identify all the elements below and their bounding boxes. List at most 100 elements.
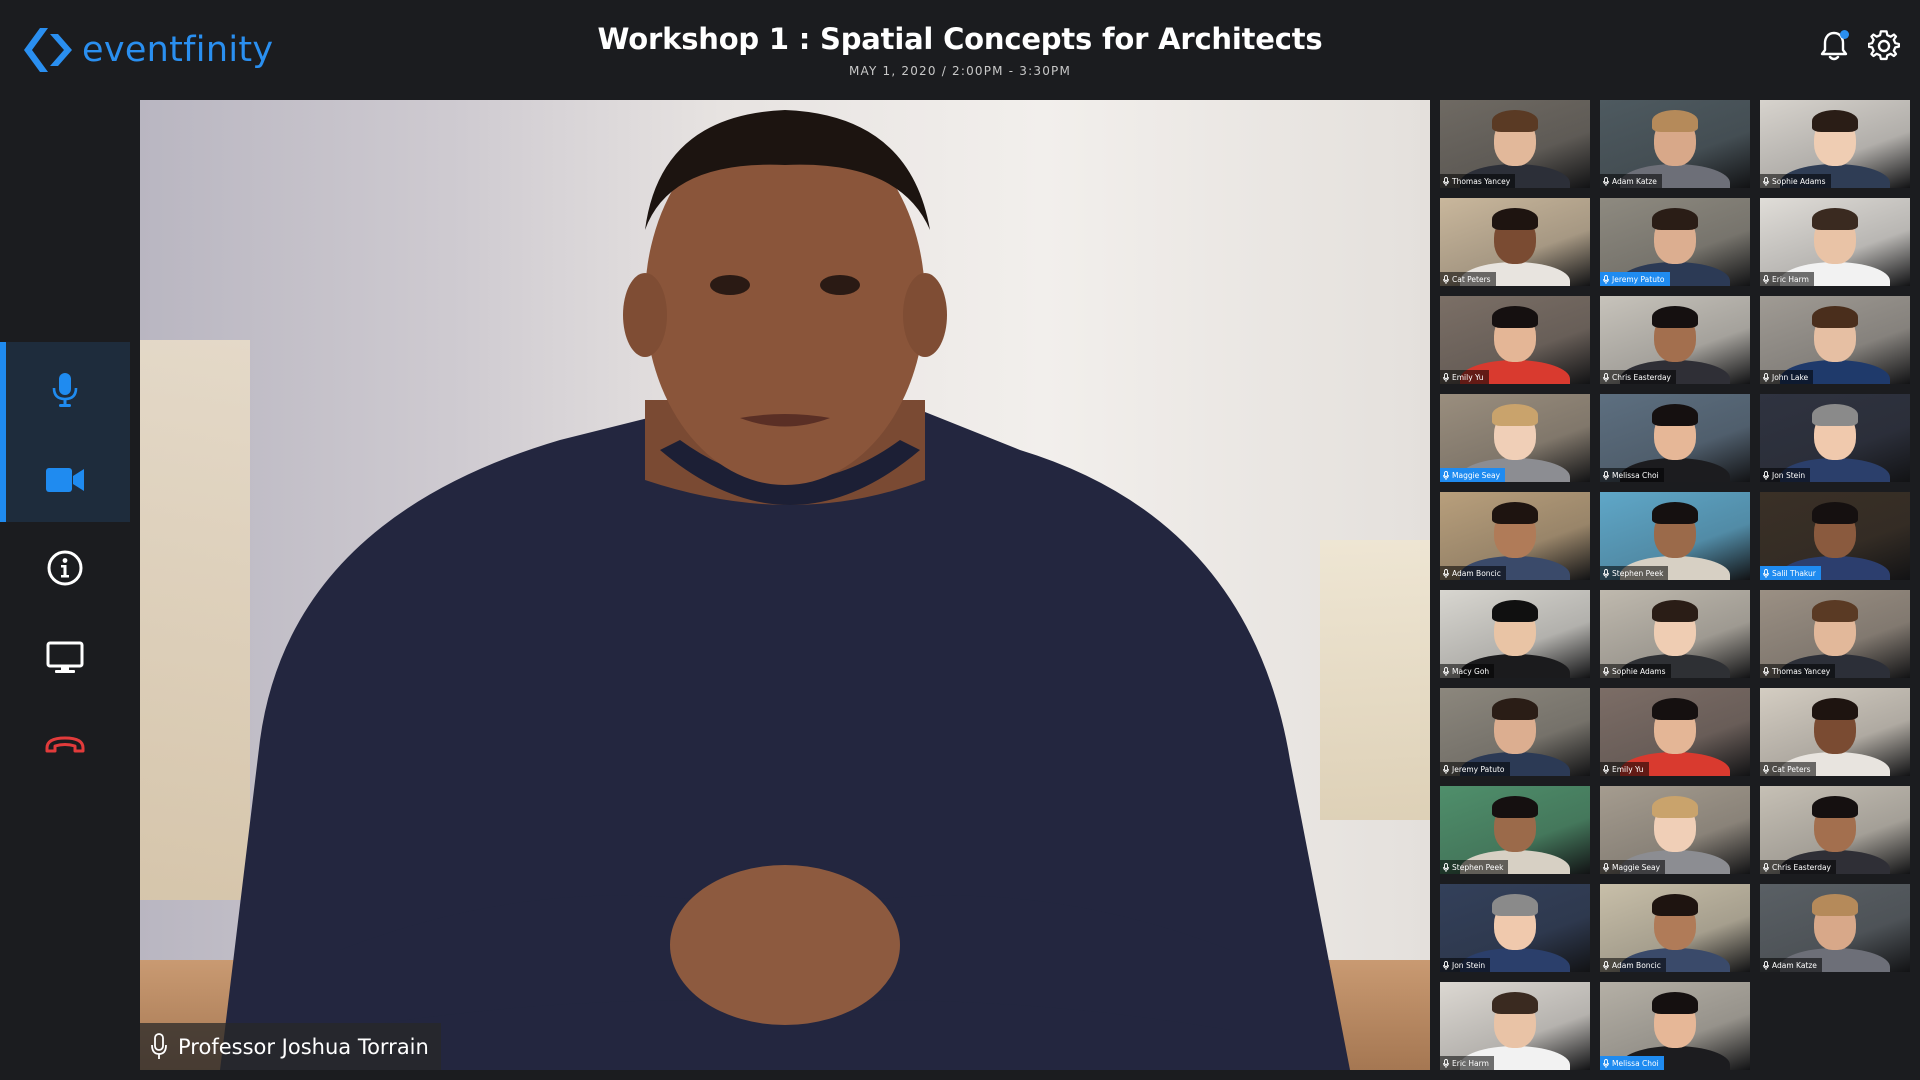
microphone-icon bbox=[151, 1032, 167, 1059]
participant-tile[interactable]: Maggie Seay bbox=[1440, 394, 1590, 482]
participant-tile[interactable]: Adam Katze bbox=[1600, 100, 1750, 188]
participant-hair bbox=[1652, 894, 1698, 916]
participant-name: Stephen Peek bbox=[1452, 862, 1504, 872]
participant-tile[interactable]: Cat Peters bbox=[1760, 688, 1910, 776]
microphone-icon bbox=[1603, 1058, 1609, 1068]
participant-name-label: Adam Katze bbox=[1760, 958, 1822, 972]
participant-tile[interactable]: Sophie Adams bbox=[1760, 100, 1910, 188]
participant-tile[interactable]: Stephen Peek bbox=[1440, 786, 1590, 874]
participant-tile[interactable]: Emily Yu bbox=[1600, 688, 1750, 776]
participant-name: Cat Peters bbox=[1452, 274, 1491, 284]
participant-hair bbox=[1492, 208, 1538, 230]
participant-hair bbox=[1492, 600, 1538, 622]
participant-tile[interactable]: Adam Boncic bbox=[1440, 492, 1590, 580]
participant-tile[interactable]: Chris Easterday bbox=[1600, 296, 1750, 384]
monitor-icon bbox=[46, 641, 84, 673]
participant-name: Melissa Choi bbox=[1612, 470, 1659, 480]
participant-tile[interactable]: Maggie Seay bbox=[1600, 786, 1750, 874]
participant-hair bbox=[1492, 894, 1538, 916]
microphone-icon bbox=[1763, 666, 1769, 676]
event-title: Workshop 1 : Spatial Concepts for Archit… bbox=[597, 22, 1323, 56]
participant-name-label: Chris Easterday bbox=[1600, 370, 1676, 384]
screen-share-button[interactable] bbox=[0, 618, 130, 698]
speaker-figure bbox=[220, 110, 1350, 1070]
participant-name: Maggie Seay bbox=[1612, 862, 1661, 872]
sidebar bbox=[0, 100, 130, 1080]
participant-tile[interactable]: John Lake bbox=[1760, 296, 1910, 384]
participant-hair bbox=[1652, 208, 1698, 230]
event-datetime: MAY 1, 2020 / 2:00PM - 3:30PM bbox=[848, 64, 1072, 78]
participant-name-label: Jon Stein bbox=[1760, 468, 1811, 482]
participant-name: Macy Goh bbox=[1452, 666, 1490, 676]
participant-tile[interactable]: Jeremy Patuto bbox=[1600, 198, 1750, 286]
microphone-icon bbox=[1763, 862, 1769, 872]
gear-icon[interactable] bbox=[1866, 28, 1902, 64]
participant-tile[interactable]: Emily Yu bbox=[1440, 296, 1590, 384]
participant-name-label: Stephen Peek bbox=[1600, 566, 1669, 580]
participant-hair bbox=[1492, 796, 1538, 818]
participant-name: Sophie Adams bbox=[1772, 176, 1826, 186]
participant-tile[interactable]: Eric Harm bbox=[1440, 982, 1590, 1070]
leave-call-button[interactable] bbox=[0, 705, 130, 785]
participant-tile[interactable]: Melissa Choi bbox=[1600, 982, 1750, 1070]
participant-tile[interactable]: Chris Easterday bbox=[1760, 786, 1910, 874]
participant-grid: Thomas Yancey Adam Katze Sophie Adams Cat P… bbox=[1440, 100, 1910, 1070]
participant-tile[interactable]: Jeremy Patuto bbox=[1440, 688, 1590, 776]
participant-tile[interactable]: Jon Stein bbox=[1760, 394, 1910, 482]
participant-tile[interactable]: Adam Katze bbox=[1760, 884, 1910, 972]
participant-hair bbox=[1652, 992, 1698, 1014]
participant-name: Stephen Peek bbox=[1612, 568, 1664, 578]
microphone-icon bbox=[1763, 274, 1769, 284]
eventfinity-logo[interactable]: eventfinity bbox=[22, 24, 273, 76]
participant-name: Emily Yu bbox=[1452, 372, 1484, 382]
bell-icon[interactable] bbox=[1816, 28, 1852, 64]
participant-hair bbox=[1812, 894, 1858, 916]
participant-name-label: Sophie Adams bbox=[1760, 174, 1831, 188]
participant-tile[interactable]: Melissa Choi bbox=[1600, 394, 1750, 482]
hang-up-icon bbox=[45, 736, 85, 753]
participant-name-label: Maggie Seay bbox=[1600, 860, 1666, 874]
participant-name-label: Adam Katze bbox=[1600, 174, 1662, 188]
microphone-icon bbox=[1603, 862, 1609, 872]
participant-name: Emily Yu bbox=[1612, 764, 1644, 774]
participant-tile[interactable]: Macy Goh bbox=[1440, 590, 1590, 678]
participant-tile[interactable]: Sophie Adams bbox=[1600, 590, 1750, 678]
participant-tile[interactable]: Stephen Peek bbox=[1600, 492, 1750, 580]
microphone-icon bbox=[1603, 666, 1609, 676]
participant-name: Salil Thakur bbox=[1772, 568, 1816, 578]
participant-name-label: John Lake bbox=[1760, 370, 1814, 384]
main-speaker-video[interactable] bbox=[140, 100, 1430, 1070]
microphone-button[interactable] bbox=[0, 350, 130, 430]
microphone-icon bbox=[1443, 764, 1449, 774]
participant-hair bbox=[1652, 796, 1698, 818]
participant-hair bbox=[1652, 110, 1698, 132]
participant-name: Thomas Yancey bbox=[1772, 666, 1831, 676]
participant-tile[interactable]: Thomas Yancey bbox=[1440, 100, 1590, 188]
participant-tile[interactable]: Eric Harm bbox=[1760, 198, 1910, 286]
participant-tile[interactable]: Jon Stein bbox=[1440, 884, 1590, 972]
microphone-icon bbox=[1603, 176, 1609, 186]
microphone-icon bbox=[1443, 470, 1449, 480]
camera-button[interactable] bbox=[0, 440, 130, 520]
participant-name: Melissa Choi bbox=[1612, 1058, 1659, 1068]
participant-name-label: Cat Peters bbox=[1440, 272, 1496, 286]
participant-name: Jeremy Patuto bbox=[1612, 274, 1665, 284]
participant-tile[interactable]: Thomas Yancey bbox=[1760, 590, 1910, 678]
participant-name-label: Eric Harm bbox=[1760, 272, 1814, 286]
participant-name: Eric Harm bbox=[1452, 1058, 1489, 1068]
participant-name-label: Macy Goh bbox=[1440, 664, 1495, 678]
participant-hair bbox=[1652, 698, 1698, 720]
brand-name: eventfinity bbox=[82, 30, 274, 70]
info-button[interactable] bbox=[0, 528, 130, 608]
participant-name: Adam Boncic bbox=[1612, 960, 1661, 970]
video-camera-icon bbox=[46, 468, 84, 492]
participant-tile[interactable]: Salil Thakur bbox=[1760, 492, 1910, 580]
participant-tile[interactable]: Cat Peters bbox=[1440, 198, 1590, 286]
participant-tile[interactable]: Adam Boncic bbox=[1600, 884, 1750, 972]
microphone-icon bbox=[1763, 568, 1769, 578]
speaker-name-tag: Professor Joshua Torrain bbox=[140, 1023, 441, 1070]
participant-hair bbox=[1492, 110, 1538, 132]
top-bar: eventfinity Workshop 1 : Spatial Concept… bbox=[0, 0, 1920, 100]
participant-hair bbox=[1812, 404, 1858, 426]
speaker-name: Professor Joshua Torrain bbox=[178, 1034, 429, 1059]
